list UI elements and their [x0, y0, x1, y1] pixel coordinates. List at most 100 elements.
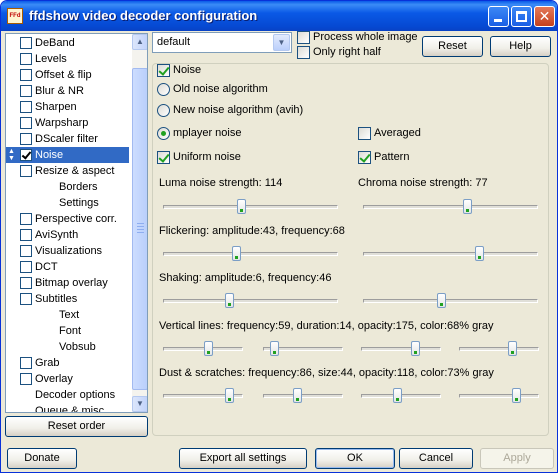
- shaking-amplitude-slider[interactable]: [163, 293, 338, 308]
- tree-item-checkbox[interactable]: [20, 165, 32, 177]
- tree-item-label: Decoder options: [35, 389, 116, 401]
- main-window: FFd ffdshow video decoder configuration …: [0, 0, 558, 473]
- title-bar[interactable]: FFd ffdshow video decoder configuration …: [1, 1, 557, 31]
- grip-line: [137, 229, 144, 230]
- tree-item-checkbox[interactable]: [20, 37, 32, 49]
- vlines-color-slider[interactable]: [459, 341, 539, 356]
- noise-panel: [152, 63, 549, 436]
- close-icon: ✕: [538, 8, 551, 24]
- tree-item-checkbox[interactable]: [20, 245, 32, 257]
- luma-strength-label: Luma noise strength: 114: [159, 177, 283, 189]
- slider-thumb[interactable]: [204, 341, 214, 356]
- tree-item-label: Bitmap overlay: [35, 277, 108, 289]
- reset-order-button[interactable]: Reset order: [5, 416, 148, 437]
- slider-thumb[interactable]: [224, 293, 234, 308]
- tree-item-checkbox[interactable]: [20, 117, 32, 129]
- process-whole-image-label: Process whole image: [313, 31, 418, 43]
- tree-item-checkbox[interactable]: [20, 261, 32, 273]
- chroma-strength-slider[interactable]: [363, 199, 538, 214]
- slider-thumb[interactable]: [511, 388, 521, 403]
- mplayer-noise-radio[interactable]: [157, 127, 170, 140]
- vlines-frequency-slider[interactable]: [163, 341, 243, 356]
- grip-line: [137, 223, 144, 224]
- tree-scrollbar[interactable]: ▲ ▼: [132, 34, 147, 412]
- tree-item-checkbox[interactable]: [20, 357, 32, 369]
- tree-item-label: DCT: [35, 261, 58, 273]
- slider-thumb[interactable]: [293, 388, 303, 403]
- tree-item-checkbox[interactable]: [20, 69, 32, 81]
- tree-item-checkbox[interactable]: [20, 293, 32, 305]
- slider-thumb[interactable]: [508, 341, 518, 356]
- slider-thumb[interactable]: [474, 246, 484, 261]
- maximize-button[interactable]: [511, 6, 532, 27]
- ffdshow-app-icon: FFd: [7, 8, 23, 24]
- dust-size-slider[interactable]: [263, 388, 343, 403]
- slider-thumb[interactable]: [224, 388, 234, 403]
- vlines-duration-slider[interactable]: [263, 341, 343, 356]
- averaged-label: Averaged: [374, 127, 421, 139]
- reset-button[interactable]: Reset: [422, 36, 483, 57]
- pattern-checkbox[interactable]: [358, 151, 371, 164]
- old-noise-algorithm-label: Old noise algorithm: [173, 83, 268, 95]
- tree-item-checkbox[interactable]: [20, 213, 32, 225]
- only-right-half-checkbox[interactable]: [297, 46, 310, 59]
- scroll-up-button[interactable]: ▲: [132, 34, 147, 50]
- dropdown-button[interactable]: ▼: [273, 34, 290, 51]
- tree-item-checkbox[interactable]: [20, 149, 32, 161]
- averaged-checkbox[interactable]: [358, 127, 371, 140]
- tree-item-checkbox[interactable]: [20, 53, 32, 65]
- scroll-down-button[interactable]: ▼: [132, 396, 147, 412]
- close-button[interactable]: ✕: [534, 6, 555, 27]
- tree-item-label: Visualizations: [35, 245, 103, 257]
- filter-tree[interactable]: DeBand Levels Offset & flip Blur & NR Sharpe…: [5, 33, 148, 413]
- ok-button[interactable]: OK: [315, 448, 395, 469]
- tree-item-checkbox[interactable]: [20, 373, 32, 385]
- slider-thumb[interactable]: [236, 199, 246, 214]
- only-right-half-label: Only right half: [313, 46, 381, 58]
- flicker-frequency-slider[interactable]: [363, 246, 538, 261]
- scroll-thumb[interactable]: [132, 68, 147, 390]
- slider-thumb[interactable]: [231, 246, 241, 261]
- noise-enable-checkbox[interactable]: [157, 64, 170, 77]
- tree-item-checkbox[interactable]: [20, 85, 32, 97]
- export-all-settings-button[interactable]: Export all settings: [179, 448, 307, 469]
- tree-item-label: DeBand: [35, 37, 75, 49]
- slider-thumb[interactable]: [436, 293, 446, 308]
- luma-strength-slider[interactable]: [163, 199, 338, 214]
- slider-thumb[interactable]: [269, 341, 279, 356]
- new-noise-algorithm-label: New noise algorithm (avih): [173, 104, 304, 116]
- uniform-noise-checkbox[interactable]: [157, 151, 170, 164]
- slider-thumb[interactable]: [410, 341, 420, 356]
- tree-item-label: Text: [59, 309, 80, 321]
- dust-opacity-slider[interactable]: [361, 388, 441, 403]
- dust-color-slider[interactable]: [459, 388, 539, 403]
- dust-frequency-slider[interactable]: [163, 388, 243, 403]
- tree-item-label: Resize & aspect: [35, 165, 115, 177]
- tree-item-label: AviSynth: [35, 229, 79, 241]
- tree-item[interactable]: ▲ ▼ Noise: [6, 147, 129, 163]
- minimize-button[interactable]: [488, 6, 509, 27]
- slider-thumb[interactable]: [392, 388, 402, 403]
- help-button[interactable]: Help: [490, 36, 551, 57]
- tree-item-checkbox[interactable]: [20, 101, 32, 113]
- grip-line: [137, 226, 144, 227]
- tree-item-checkbox[interactable]: [20, 229, 32, 241]
- move-updown-icon[interactable]: ▲ ▼: [8, 148, 17, 162]
- slider-thumb[interactable]: [462, 199, 472, 214]
- tree-item-checkbox[interactable]: [20, 133, 32, 145]
- donate-button[interactable]: Donate: [7, 448, 77, 469]
- process-whole-image-checkbox[interactable]: [297, 31, 310, 44]
- vertical-lines-label: Vertical lines: frequency:59, duration:1…: [159, 320, 494, 332]
- tree-item-label: Warpsharp: [35, 117, 89, 129]
- tree-item-label: Perspective corr.: [35, 213, 117, 225]
- cancel-button[interactable]: Cancel: [399, 448, 473, 469]
- preset-select[interactable]: default ▼: [152, 32, 292, 53]
- tree-item-checkbox[interactable]: [20, 277, 32, 289]
- shaking-frequency-slider[interactable]: [363, 293, 538, 308]
- old-noise-algorithm-radio[interactable]: [157, 83, 170, 96]
- new-noise-algorithm-radio[interactable]: [157, 104, 170, 117]
- tree-item-label: Queue & misc: [35, 405, 105, 413]
- vlines-opacity-slider[interactable]: [361, 341, 441, 356]
- flicker-amplitude-slider[interactable]: [163, 246, 338, 261]
- apply-button[interactable]: Apply: [480, 448, 554, 469]
